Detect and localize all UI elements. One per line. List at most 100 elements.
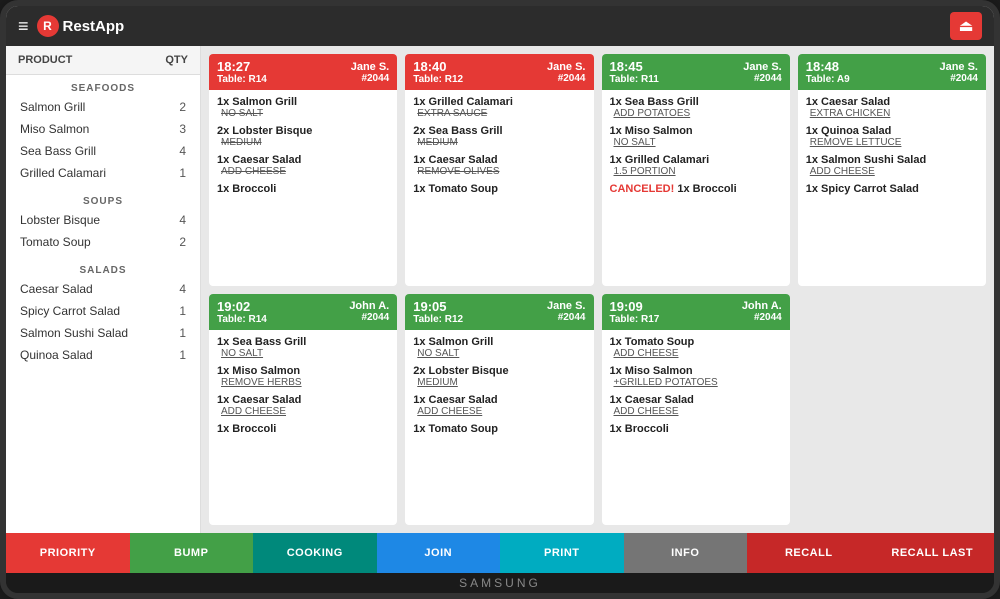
order-item: 1x Sea Bass Grill ADD POTATOES bbox=[610, 96, 782, 119]
order-user: Jane S. bbox=[547, 300, 586, 312]
order-table: Table: A9 bbox=[806, 74, 850, 85]
order-user: Jane S. bbox=[743, 61, 782, 73]
order-time: 19:05 bbox=[413, 299, 463, 314]
sidebar-item-qty: 1 bbox=[179, 326, 186, 340]
order-item: 1x Broccoli bbox=[217, 423, 389, 435]
order-user: John A. bbox=[349, 300, 389, 312]
sidebar-col-qty: QTY bbox=[165, 54, 188, 66]
toolbar-btn-join[interactable]: JOIN bbox=[377, 533, 501, 573]
sidebar-item-miso-salmon[interactable]: Miso Salmon 3 bbox=[6, 118, 200, 140]
sidebar-section-soups: SOUPS Lobster Bisque 4 Tomato Soup 2 bbox=[6, 188, 200, 257]
sidebar: PRODUCT QTY SEAFOODS Salmon Grill 2 Miso… bbox=[6, 46, 201, 533]
toolbar-btn-recall[interactable]: RECALL bbox=[747, 533, 871, 573]
order-item-name: 1x Caesar Salad bbox=[413, 394, 585, 406]
sidebar-item-quinoa-salad[interactable]: Quinoa Salad 1 bbox=[6, 344, 200, 366]
order-item-name: 1x Spicy Carrot Salad bbox=[806, 183, 978, 195]
main-content: PRODUCT QTY SEAFOODS Salmon Grill 2 Miso… bbox=[6, 46, 994, 533]
order-item: 1x Tomato Soup bbox=[413, 423, 585, 435]
toolbar-btn-print[interactable]: PRINT bbox=[500, 533, 624, 573]
sidebar-section-title-soups: SOUPS bbox=[6, 192, 200, 209]
sidebar-item-label: Lobster Bisque bbox=[20, 213, 100, 227]
order-item-mod: ADD CHEESE bbox=[217, 406, 389, 417]
order-item-name: 1x Miso Salmon bbox=[217, 365, 389, 377]
menu-icon[interactable]: ≡ bbox=[18, 16, 29, 37]
sidebar-item-sea-bass-grill[interactable]: Sea Bass Grill 4 bbox=[6, 140, 200, 162]
order-user: Jane S. bbox=[547, 61, 586, 73]
order-header: 18:40 Table: R12 Jane S. #2044 bbox=[405, 54, 593, 90]
order-header-right: Jane S. #2044 bbox=[547, 61, 586, 84]
exit-button[interactable]: ⏏ bbox=[950, 12, 982, 40]
order-table: Table: R11 bbox=[610, 74, 659, 85]
toolbar-btn-info[interactable]: INFO bbox=[624, 533, 748, 573]
order-card[interactable]: 19:05 Table: R12 Jane S. #2044 1x Salmon… bbox=[405, 294, 593, 526]
order-item-name: 2x Sea Bass Grill bbox=[413, 125, 585, 137]
order-table: Table: R12 bbox=[413, 74, 463, 85]
sidebar-section-title-salads: SALADS bbox=[6, 261, 200, 278]
order-item-mod: REMOVE HERBS bbox=[217, 377, 389, 388]
toolbar-btn-cooking[interactable]: COOKING bbox=[253, 533, 377, 573]
order-header-left: 19:05 Table: R12 bbox=[413, 299, 463, 325]
order-user: John A. bbox=[742, 300, 782, 312]
order-item-name: 1x Caesar Salad bbox=[413, 154, 585, 166]
order-header-left: 19:09 Table: R17 bbox=[610, 299, 660, 325]
toolbar-btn-recall-last[interactable]: RECALL LAST bbox=[871, 533, 995, 573]
order-item-mod: ADD POTATOES bbox=[610, 108, 782, 119]
sidebar-item-label: Quinoa Salad bbox=[20, 348, 93, 362]
order-item-mod: NO SALT bbox=[413, 348, 585, 359]
sidebar-item-lobster-bisque[interactable]: Lobster Bisque 4 bbox=[6, 209, 200, 231]
order-header-left: 19:02 Table: R14 bbox=[217, 299, 267, 325]
sidebar-item-grilled-calamari[interactable]: Grilled Calamari 1 bbox=[6, 162, 200, 184]
order-item-mod: MEDIUM bbox=[413, 377, 585, 388]
order-user: Jane S. bbox=[351, 61, 390, 73]
toolbar-btn-bump[interactable]: BUMP bbox=[130, 533, 254, 573]
order-time: 18:27 bbox=[217, 59, 267, 74]
order-item-mod: ADD CHEESE bbox=[610, 406, 782, 417]
order-card[interactable]: 19:02 Table: R14 John A. #2044 1x Sea Ba… bbox=[209, 294, 397, 526]
sidebar-item-tomato-soup[interactable]: Tomato Soup 2 bbox=[6, 231, 200, 253]
toolbar-btn-priority[interactable]: PRIORITY bbox=[6, 533, 130, 573]
orders-grid: 18:27 Table: R14 Jane S. #2044 1x Salmon… bbox=[201, 46, 994, 533]
order-item-name: 1x Tomato Soup bbox=[413, 423, 585, 435]
order-item-name: 1x Grilled Calamari bbox=[413, 96, 585, 108]
order-item-name: 1x Caesar Salad bbox=[806, 96, 978, 108]
brand-label: SAMSUNG bbox=[6, 573, 994, 593]
order-item-mod: EXTRA SAUCE bbox=[413, 108, 585, 119]
order-card[interactable]: 18:48 Table: A9 Jane S. #2044 1x Caesar … bbox=[798, 54, 986, 286]
order-item: 1x Grilled Calamari EXTRA SAUCE bbox=[413, 96, 585, 119]
order-time: 19:02 bbox=[217, 299, 267, 314]
order-item: 1x Miso Salmon NO SALT bbox=[610, 125, 782, 148]
order-header-left: 18:40 Table: R12 bbox=[413, 59, 463, 85]
sidebar-item-salmon-sushi-salad[interactable]: Salmon Sushi Salad 1 bbox=[6, 322, 200, 344]
sidebar-section-seafoods: SEAFOODS Salmon Grill 2 Miso Salmon 3 Se… bbox=[6, 75, 200, 188]
order-item-mod: EXTRA CHICKEN bbox=[806, 108, 978, 119]
order-item-mod: MEDIUM bbox=[217, 137, 389, 148]
order-body: 1x Salmon Grill NO SALT 2x Lobster Bisqu… bbox=[405, 330, 593, 526]
order-item: 2x Lobster Bisque MEDIUM bbox=[413, 365, 585, 388]
order-time: 18:40 bbox=[413, 59, 463, 74]
order-header: 19:09 Table: R17 John A. #2044 bbox=[602, 294, 790, 330]
order-item-name: 2x Lobster Bisque bbox=[413, 365, 585, 377]
order-item-mod: ADD CHEESE bbox=[413, 406, 585, 417]
order-item: 1x Broccoli bbox=[217, 183, 389, 195]
sidebar-item-salmon-grill[interactable]: Salmon Grill 2 bbox=[6, 96, 200, 118]
sidebar-item-qty: 4 bbox=[179, 213, 186, 227]
order-item-name: 1x Tomato Soup bbox=[413, 183, 585, 195]
sidebar-item-label: Spicy Carrot Salad bbox=[20, 304, 120, 318]
order-card[interactable]: 18:27 Table: R14 Jane S. #2044 1x Salmon… bbox=[209, 54, 397, 286]
order-card[interactable]: 19:09 Table: R17 John A. #2044 1x Tomato… bbox=[602, 294, 790, 526]
order-id: #2044 bbox=[547, 312, 586, 323]
order-card[interactable]: 18:45 Table: R11 Jane S. #2044 1x Sea Ba… bbox=[602, 54, 790, 286]
order-table: Table: R12 bbox=[413, 314, 463, 325]
order-item-mod: MEDIUM bbox=[413, 137, 585, 148]
order-card[interactable]: 18:40 Table: R12 Jane S. #2044 1x Grille… bbox=[405, 54, 593, 286]
sidebar-item-qty: 1 bbox=[179, 166, 186, 180]
order-id: #2044 bbox=[742, 312, 782, 323]
logo-circle: R bbox=[37, 15, 59, 37]
order-item: 1x Grilled Calamari 1.5 PORTION bbox=[610, 154, 782, 177]
order-table: Table: R14 bbox=[217, 314, 267, 325]
order-item-name: 1x Broccoli bbox=[610, 423, 782, 435]
sidebar-item-spicy-carrot-salad[interactable]: Spicy Carrot Salad 1 bbox=[6, 300, 200, 322]
order-header: 18:48 Table: A9 Jane S. #2044 bbox=[798, 54, 986, 90]
sidebar-item-caesar-salad[interactable]: Caesar Salad 4 bbox=[6, 278, 200, 300]
sidebar-item-label: Salmon Grill bbox=[20, 100, 85, 114]
